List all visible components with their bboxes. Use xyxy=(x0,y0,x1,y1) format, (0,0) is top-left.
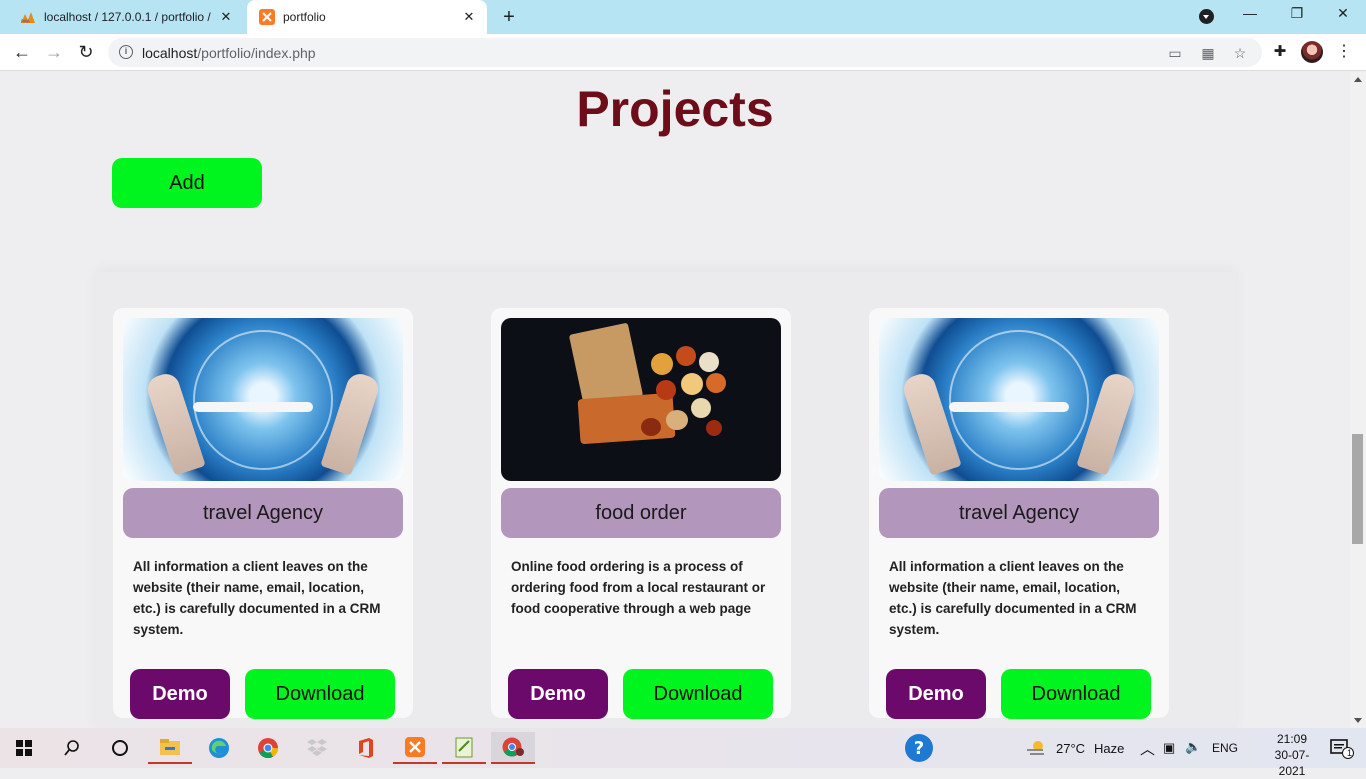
project-card: travel Agency All information a client l… xyxy=(113,308,413,719)
demo-button[interactable]: Demo xyxy=(886,669,986,719)
svg-text:PMA: PMA xyxy=(21,19,30,24)
tab-portfolio[interactable]: portfolio ✕ xyxy=(247,0,487,34)
dropbox-icon[interactable] xyxy=(295,732,339,764)
page-title: Projects xyxy=(576,81,774,137)
tab-title: portfolio xyxy=(283,10,326,24)
menu-icon[interactable]: ⋮ xyxy=(1332,40,1356,64)
scrollbar-thumb[interactable] xyxy=(1352,434,1363,544)
tab-search-icon[interactable] xyxy=(1199,9,1214,24)
volume-icon[interactable]: 🔈 xyxy=(1185,739,1201,755)
edge-icon[interactable] xyxy=(197,732,241,764)
windows-start-icon[interactable] xyxy=(2,732,46,764)
close-window-icon[interactable]: ✕ xyxy=(1331,5,1355,22)
restore-icon[interactable]: ❐ xyxy=(1285,5,1309,22)
download-button[interactable]: Download xyxy=(1001,669,1151,719)
notification-count: 1 xyxy=(1347,748,1353,758)
profile-avatar[interactable] xyxy=(1301,41,1323,63)
weather-temp: 27°C xyxy=(1056,741,1086,756)
taskbar-clock[interactable]: 21:09 30-07-2021 xyxy=(1262,731,1322,779)
close-tab-icon[interactable]: ✕ xyxy=(461,9,477,25)
travel-agency-image xyxy=(879,318,1159,481)
task-view-icon[interactable] xyxy=(98,732,142,764)
clock-date: 30-07-2021 xyxy=(1274,748,1310,778)
scroll-down-icon[interactable] xyxy=(1354,718,1362,723)
travel-agency-image xyxy=(123,318,403,481)
taskbar: ? 27°C Haze ︿ ▣ 🔈 ENG 21:09 30-07-2021 1 xyxy=(0,728,1366,778)
chrome-profile-icon[interactable] xyxy=(491,732,535,764)
clock-time: 21:09 xyxy=(1276,732,1308,746)
tab-title: localhost / 127.0.0.1 / portfolio / xyxy=(44,10,211,24)
forward-icon[interactable]: → xyxy=(42,40,66,64)
project-card: food order Online food ordering is a pro… xyxy=(491,308,791,719)
page-content: Projects Add travel Agency All informati… xyxy=(0,72,1350,728)
project-description: All information a client leaves on the w… xyxy=(133,559,381,637)
project-description: All information a client leaves on the w… xyxy=(889,559,1137,637)
new-tab-icon[interactable]: + xyxy=(499,6,519,28)
language-indicator[interactable]: ENG xyxy=(1212,741,1238,755)
food-order-image xyxy=(501,318,781,481)
weather-condition: Haze xyxy=(1094,741,1125,756)
demo-button[interactable]: Demo xyxy=(508,669,608,719)
browser-toolbar: ← → ↻ i localhost/portfolio/index.php ▭ … xyxy=(0,34,1366,71)
download-button[interactable]: Download xyxy=(623,669,773,719)
help-icon[interactable]: ? xyxy=(897,732,941,764)
search-icon[interactable] xyxy=(50,732,94,764)
bookmark-star-icon[interactable]: ☆ xyxy=(1231,44,1249,62)
file-explorer-icon[interactable] xyxy=(148,732,192,764)
minimize-icon[interactable]: — xyxy=(1238,5,1262,21)
project-name: food order xyxy=(501,488,781,538)
extensions-icon[interactable]: ✚ xyxy=(1268,40,1292,64)
project-card: travel Agency All information a client l… xyxy=(869,308,1169,719)
project-description: Online food ordering is a process of ord… xyxy=(511,559,766,616)
back-icon[interactable]: ← xyxy=(10,40,34,64)
qr-code-icon[interactable]: ▦ xyxy=(1199,44,1217,62)
project-name: travel Agency xyxy=(879,488,1159,538)
address-bar[interactable]: i localhost/portfolio/index.php ▭ ▦ ☆ xyxy=(108,38,1262,67)
close-tab-icon[interactable]: ✕ xyxy=(218,9,234,25)
address-url: localhost/portfolio/index.php xyxy=(142,45,316,61)
notepad-plus-icon[interactable] xyxy=(442,732,486,764)
chrome-icon[interactable] xyxy=(246,732,290,764)
tab-phpmyadmin[interactable]: PMA localhost / 127.0.0.1 / portfolio / … xyxy=(12,0,244,34)
xampp-icon xyxy=(259,9,275,25)
network-icon[interactable]: ▣ xyxy=(1163,740,1175,756)
notification-icon[interactable]: 1 xyxy=(1320,732,1364,764)
weather-haze-icon xyxy=(1014,732,1058,764)
download-button[interactable]: Download xyxy=(245,669,395,719)
project-name: travel Agency xyxy=(123,488,403,538)
cast-icon[interactable]: ▭ xyxy=(1166,44,1184,62)
svg-text:?: ? xyxy=(914,738,924,759)
tab-strip: PMA localhost / 127.0.0.1 / portfolio / … xyxy=(0,0,1366,34)
office-icon[interactable] xyxy=(344,732,388,764)
xampp-taskbar-icon[interactable] xyxy=(393,732,437,764)
phpmyadmin-icon: PMA xyxy=(20,9,36,25)
add-button[interactable]: Add xyxy=(112,158,262,208)
page-scrollbar[interactable] xyxy=(1350,72,1366,728)
chevron-up-icon[interactable]: ︿ xyxy=(1140,738,1155,759)
reload-icon[interactable]: ↻ xyxy=(74,40,98,64)
scroll-up-icon[interactable] xyxy=(1354,77,1362,82)
demo-button[interactable]: Demo xyxy=(130,669,230,719)
site-info-icon[interactable]: i xyxy=(119,45,133,59)
